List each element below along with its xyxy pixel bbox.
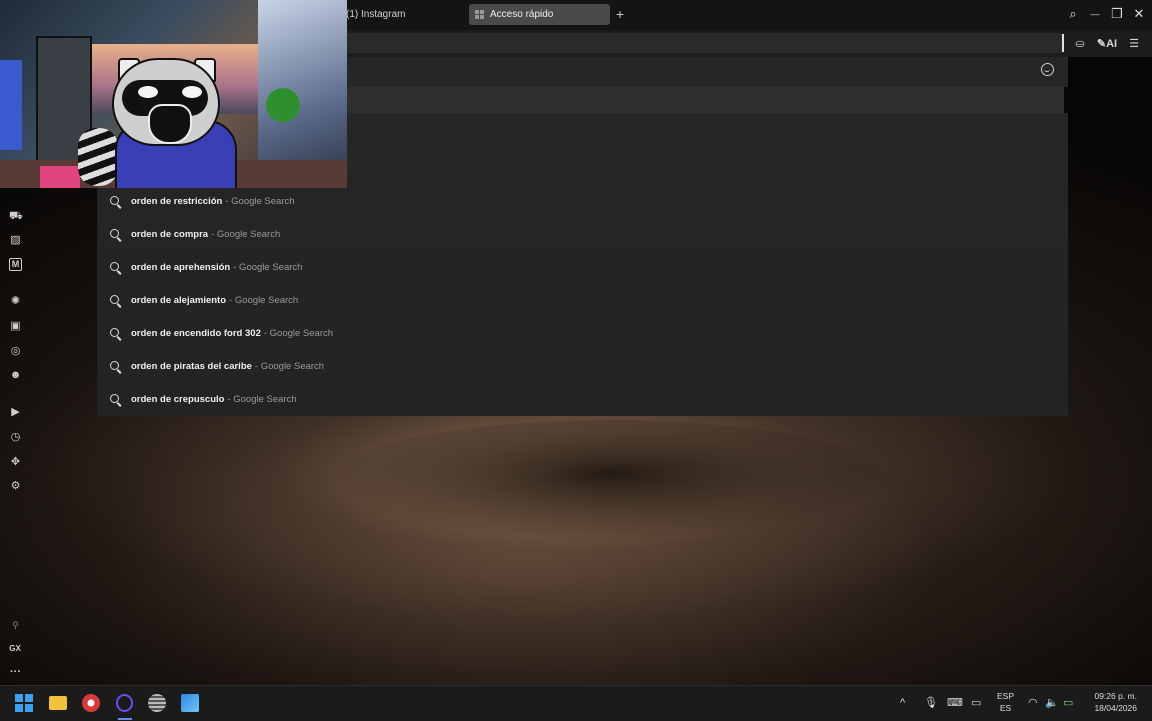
scene-plant <box>266 88 300 122</box>
windows-start-icon[interactable] <box>15 694 33 712</box>
dropdown-highlight-row[interactable] <box>346 87 1064 113</box>
medium-icon[interactable]: M <box>9 258 22 271</box>
wifi-icon[interactable]: ◠ <box>1028 696 1038 710</box>
system-clock[interactable]: 09:26 p. m. 18/04/2026 <box>1094 690 1137 714</box>
suggestion-item[interactable]: orden de crepusculo - Google Search <box>97 383 1068 416</box>
search-icon <box>110 393 122 406</box>
extensions-icon[interactable]: ✥ <box>9 456 22 469</box>
editor-app-icon[interactable] <box>181 694 199 712</box>
file-explorer-icon[interactable] <box>49 696 67 710</box>
raccoon-eye-right <box>182 86 202 98</box>
close-button[interactable]: ✕ <box>1131 6 1147 22</box>
language-code: ESP <box>997 691 1015 701</box>
raccoon-mouth <box>148 104 192 144</box>
keyboard-icon[interactable]: ⌨ <box>947 696 963 710</box>
scene-blue-object <box>0 60 22 150</box>
shopping-icon[interactable]: ⛟ <box>9 210 23 223</box>
new-tab-button[interactable]: + <box>613 6 627 22</box>
clock-date: 18/04/2026 <box>1094 703 1137 713</box>
volume-icon[interactable]: 🔈 <box>1045 696 1059 710</box>
suggestion-list: orden de restricción - Google Search orde… <box>97 185 1068 416</box>
raccoon-tail <box>78 128 118 186</box>
search-icon <box>110 360 122 373</box>
tab-quick-access-label: Acceso rápido <box>490 9 554 20</box>
disk-app-icon[interactable] <box>148 694 166 712</box>
tab-search-icon[interactable]: ⌕ <box>1065 6 1081 22</box>
minimize-button[interactable]: — <box>1087 6 1103 22</box>
suggestion-item[interactable]: orden de piratas del caribe - Google Sear… <box>97 350 1068 383</box>
scene-pink-object <box>40 166 80 188</box>
ai-button[interactable]: ✎AI <box>1095 37 1119 51</box>
menu-icon[interactable]: ☰ <box>1128 37 1140 51</box>
address-input[interactable] <box>346 33 1062 53</box>
raccoon-eye-left <box>138 86 158 98</box>
opera-gx-icon[interactable] <box>116 694 133 712</box>
suggestion-item[interactable]: orden de restricción - Google Search <box>97 185 1068 218</box>
maximize-button[interactable]: ❐ <box>1109 6 1125 22</box>
clock-time: 09:26 p. m. <box>1094 691 1137 701</box>
taskbar: ^ 🎙 ⌨ ▭ ESP ES ◠ 🔈 ▭ 09:26 p. m. 18/04/2… <box>0 685 1152 721</box>
tray-chevron-icon[interactable]: ^ <box>900 696 905 710</box>
gx-button[interactable]: GX <box>7 642 23 655</box>
suggestion-item[interactable]: orden de alejamiento - Google Search <box>97 284 1068 317</box>
search-icon <box>110 228 122 241</box>
search-icon <box>110 327 122 340</box>
tab-instagram[interactable]: (1) Instagram <box>346 4 405 25</box>
emoji-icon[interactable] <box>1041 63 1054 76</box>
sidebar: ⛟ ▨ M ✺ ▣ ◎ ☻ ▶ ◷ ✥ ⚙ ⚲ GX ··· <box>0 188 30 685</box>
wallet-icon[interactable]: ⛀ <box>1074 37 1086 51</box>
display-icon[interactable]: ▭ <box>971 696 981 710</box>
text-caret <box>1062 34 1064 52</box>
speed-dial-icon <box>475 10 484 19</box>
pin-icon[interactable]: ⚲ <box>9 619 22 632</box>
microphone-icon[interactable]: 🎙 <box>924 696 938 710</box>
discord-icon[interactable]: ☻ <box>9 369 22 382</box>
suggestion-item[interactable]: orden de compra - Google Search <box>97 218 1068 251</box>
twitch-icon[interactable]: ▣ <box>9 320 22 333</box>
keyboard-layout: ES <box>999 703 1012 713</box>
search-icon <box>110 195 122 208</box>
tab-instagram-label: (1) Instagram <box>346 9 406 20</box>
more-button[interactable]: ··· <box>9 666 22 679</box>
player-icon[interactable]: ▶ <box>9 406 22 419</box>
chatgpt-icon[interactable]: ✺ <box>9 295 22 308</box>
red-app-icon[interactable] <box>82 694 100 712</box>
instagram-icon[interactable]: ◎ <box>9 345 22 358</box>
settings-icon[interactable]: ⚙ <box>9 480 22 493</box>
suggestion-item[interactable]: orden de encendido ford 302- Google Sear… <box>97 317 1068 350</box>
search-icon <box>110 294 122 307</box>
history-icon[interactable]: ◷ <box>9 431 22 444</box>
cube-icon[interactable]: ▨ <box>9 234 22 247</box>
ai-label: AI <box>1106 38 1118 50</box>
suggestion-item[interactable]: orden de aprehensión - Google Search <box>97 251 1068 284</box>
wallpaper-swirl <box>330 420 890 540</box>
webcam-overlay <box>0 0 347 188</box>
search-icon <box>110 261 122 274</box>
language-indicator[interactable]: ESP ES <box>997 690 1014 714</box>
dropdown-header <box>346 57 1068 87</box>
tab-quick-access[interactable]: Acceso rápido <box>469 4 610 25</box>
battery-icon[interactable]: ▭ <box>1063 696 1073 710</box>
